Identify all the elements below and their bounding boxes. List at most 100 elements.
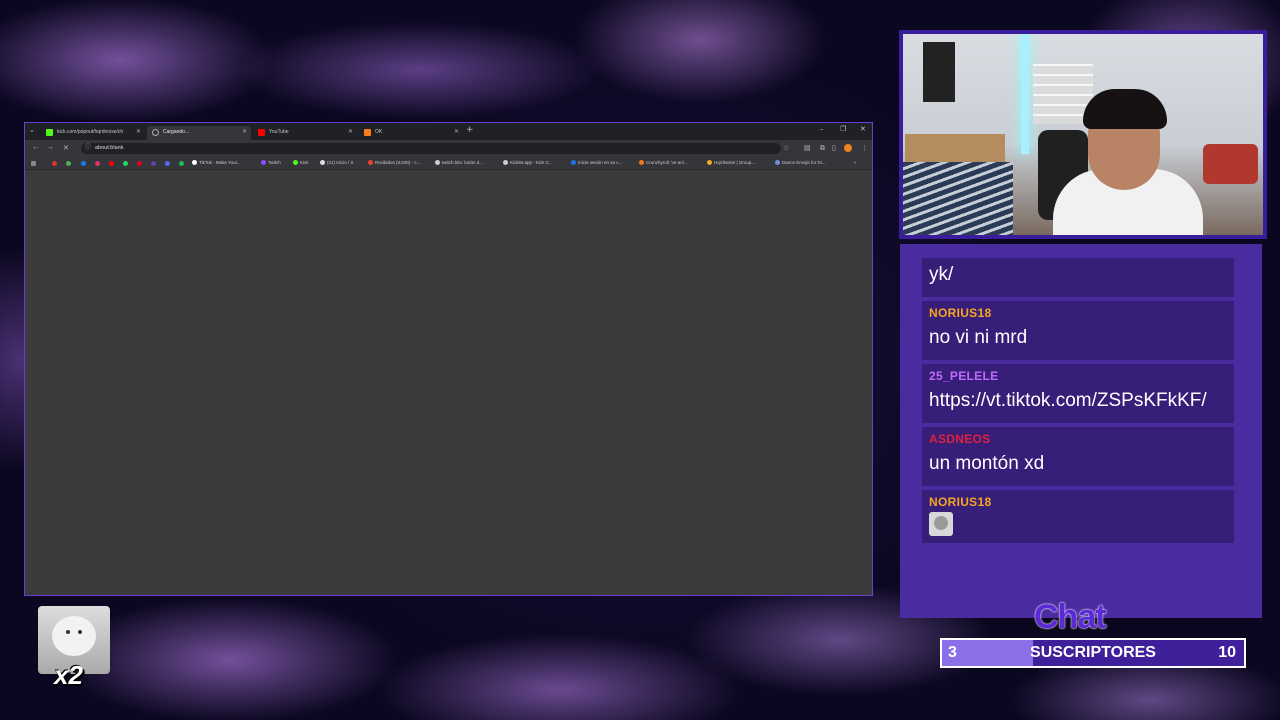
sidebar-icon[interactable]: ▯ bbox=[832, 144, 836, 152]
bookmark-gmail[interactable]: Recibidos (3,628) - c... bbox=[368, 159, 420, 167]
chat-message: yk/ bbox=[922, 258, 1234, 297]
chat-emote-icon bbox=[929, 512, 953, 536]
chat-username: NORIUS18 bbox=[929, 306, 992, 320]
facebook-icon[interactable] bbox=[81, 161, 86, 166]
bookmark-icon[interactable] bbox=[151, 161, 156, 166]
youtube-icon[interactable] bbox=[109, 161, 114, 166]
crunchyroll-icon bbox=[639, 160, 644, 165]
bookmark-crunchyroll[interactable]: Crunchyroll: Ve ani... bbox=[639, 159, 688, 167]
twitch-icon bbox=[261, 160, 266, 165]
apps-grid-icon[interactable] bbox=[31, 161, 36, 166]
close-tab-icon[interactable]: ✕ bbox=[136, 126, 141, 139]
webcam-bed bbox=[903, 162, 1013, 235]
toolbar: ← → ✕ ⓘ about:blank ☆ ▤ ⧉ ▯ ⋮ bbox=[25, 140, 872, 157]
chat-username: 25_PELELE bbox=[929, 369, 999, 383]
webcam-feed bbox=[903, 34, 1263, 235]
close-tab-icon[interactable]: ✕ bbox=[454, 126, 459, 139]
instagram-icon[interactable] bbox=[95, 161, 100, 166]
emote-face bbox=[52, 616, 96, 656]
discord-icon[interactable] bbox=[165, 161, 170, 166]
restore-icon[interactable]: ❐ bbox=[840, 125, 846, 133]
tab-title: kick.com/popout/hqrdnoise/ch bbox=[57, 129, 124, 135]
youtube-favicon-icon bbox=[258, 129, 265, 136]
globe-icon bbox=[435, 160, 440, 165]
tab-search-icon[interactable]: ⌄ bbox=[29, 126, 35, 134]
close-tab-icon[interactable]: ✕ bbox=[242, 126, 247, 139]
bookmark-twitch[interactable]: Twitch bbox=[261, 159, 281, 167]
paypal-icon bbox=[571, 160, 576, 165]
bookmark-icon[interactable] bbox=[52, 161, 57, 166]
tab-ok[interactable]: OK ✕ bbox=[359, 126, 463, 140]
back-icon[interactable]: ← bbox=[33, 144, 39, 152]
chat-username: NORIUS18 bbox=[929, 495, 992, 509]
bookmarks-bar: TikTok - Make Your... Twitch Kick (21) I… bbox=[25, 157, 872, 170]
gmail-icon bbox=[368, 160, 373, 165]
tab-title: Cargando... bbox=[163, 129, 190, 135]
emote-eye bbox=[78, 630, 82, 634]
chat-panel: yk/ NORIUS18 no vi ni mrd 25_PELELE http… bbox=[900, 244, 1262, 618]
bookmark-kick[interactable]: Kick bbox=[293, 159, 309, 167]
tiktok-icon bbox=[192, 160, 197, 165]
webcam-bag bbox=[1203, 144, 1258, 184]
emote-eye bbox=[66, 630, 70, 634]
stop-loading-icon[interactable]: ✕ bbox=[63, 144, 69, 152]
webcam-frame bbox=[899, 30, 1267, 239]
chat-messages: yk/ NORIUS18 no vi ni mrd 25_PELELE http… bbox=[922, 258, 1234, 604]
bookmark-tiktok[interactable]: TikTok - Make Your... bbox=[192, 159, 241, 167]
chat-message-text: https://vt.tiktok.com/ZSPsKFkKF/ bbox=[929, 390, 1207, 411]
address-bar[interactable]: ⓘ about:blank bbox=[81, 143, 781, 154]
webcam-person-hair bbox=[1083, 89, 1167, 129]
more-bookmarks-icon[interactable]: » bbox=[854, 159, 857, 167]
tab-bar: ⌄ kick.com/popout/hqrdnoise/ch ✕ Cargand… bbox=[25, 123, 872, 140]
extensions-icon[interactable]: ⧉ bbox=[820, 144, 825, 153]
tab-title: OK bbox=[375, 129, 383, 135]
webcam-light bbox=[1021, 34, 1029, 154]
new-tab-button[interactable]: + bbox=[466, 125, 474, 135]
close-window-icon[interactable]: ✕ bbox=[860, 125, 866, 133]
kicklet-icon bbox=[503, 160, 508, 165]
whatsapp-icon[interactable] bbox=[123, 161, 128, 166]
bookmark-kicklet[interactable]: Kicklet.app - Kick C... bbox=[503, 159, 553, 167]
address-text: about:blank bbox=[95, 145, 124, 151]
chat-message: NORIUS18 bbox=[922, 490, 1234, 543]
subscriber-goal-bar: 3 SUSCRIPTORES 10 bbox=[940, 638, 1246, 668]
tab-loading[interactable]: Cargando... ✕ bbox=[147, 126, 251, 140]
tab-kick-popout[interactable]: kick.com/popout/hqrdnoise/ch ✕ bbox=[41, 126, 145, 140]
chat-message: 25_PELELE https://vt.tiktok.com/ZSPsKFkK… bbox=[922, 364, 1234, 423]
bookmark-hqrdnoise[interactable]: HqrdNoise | Group... bbox=[707, 159, 755, 167]
bookmark-login[interactable]: Inicie sesión en su c... bbox=[571, 159, 622, 167]
browser-window: ⌄ kick.com/popout/hqrdnoise/ch ✕ Cargand… bbox=[24, 122, 873, 596]
bookmark-icon bbox=[707, 160, 712, 165]
bookmark-dance-emojis[interactable]: Dance Emojis for Di... bbox=[775, 159, 826, 167]
bookmark-icon[interactable] bbox=[66, 161, 71, 166]
ok-favicon-icon bbox=[364, 129, 371, 136]
spotify-icon[interactable] bbox=[179, 161, 184, 166]
chat-username: ASDNEOS bbox=[929, 432, 991, 446]
loading-spinner-icon bbox=[152, 129, 159, 136]
bookmark-star-icon[interactable]: ☆ bbox=[783, 144, 789, 152]
forward-icon[interactable]: → bbox=[47, 144, 53, 152]
profile-avatar[interactable] bbox=[844, 144, 852, 152]
minimize-icon[interactable]: – bbox=[820, 125, 824, 133]
chat-message: NORIUS18 no vi ni mrd bbox=[922, 301, 1234, 360]
kick-favicon-icon bbox=[46, 129, 53, 136]
discord-icon bbox=[775, 160, 780, 165]
tab-title: YouTube bbox=[269, 129, 289, 135]
menu-icon[interactable]: ⋮ bbox=[861, 144, 868, 152]
subscriber-goal-target: 10 bbox=[1218, 644, 1236, 661]
chat-message: ASDNEOS un montón xd bbox=[922, 427, 1234, 486]
page-viewport[interactable] bbox=[25, 170, 872, 595]
emote-multiplier: x2 bbox=[54, 660, 83, 690]
site-info-icon[interactable]: ⓘ bbox=[85, 143, 91, 154]
chat-title: Chat bbox=[1034, 598, 1107, 636]
bookmark-x[interactable]: (21) Inicio / X bbox=[320, 159, 354, 167]
subscriber-goal-label: SUSCRIPTORES bbox=[1030, 644, 1156, 661]
bookmark-twitch-bits[interactable]: twitch bits: botón d... bbox=[435, 159, 483, 167]
tab-youtube[interactable]: YouTube ✕ bbox=[253, 126, 357, 140]
pinterest-icon[interactable] bbox=[137, 161, 142, 166]
chat-message-text: no vi ni mrd bbox=[929, 327, 1028, 348]
close-tab-icon[interactable]: ✕ bbox=[348, 126, 353, 139]
downloads-icon[interactable]: ▤ bbox=[804, 144, 811, 152]
chat-message-text: un montón xd bbox=[929, 453, 1045, 474]
webcam-poster bbox=[923, 42, 955, 102]
